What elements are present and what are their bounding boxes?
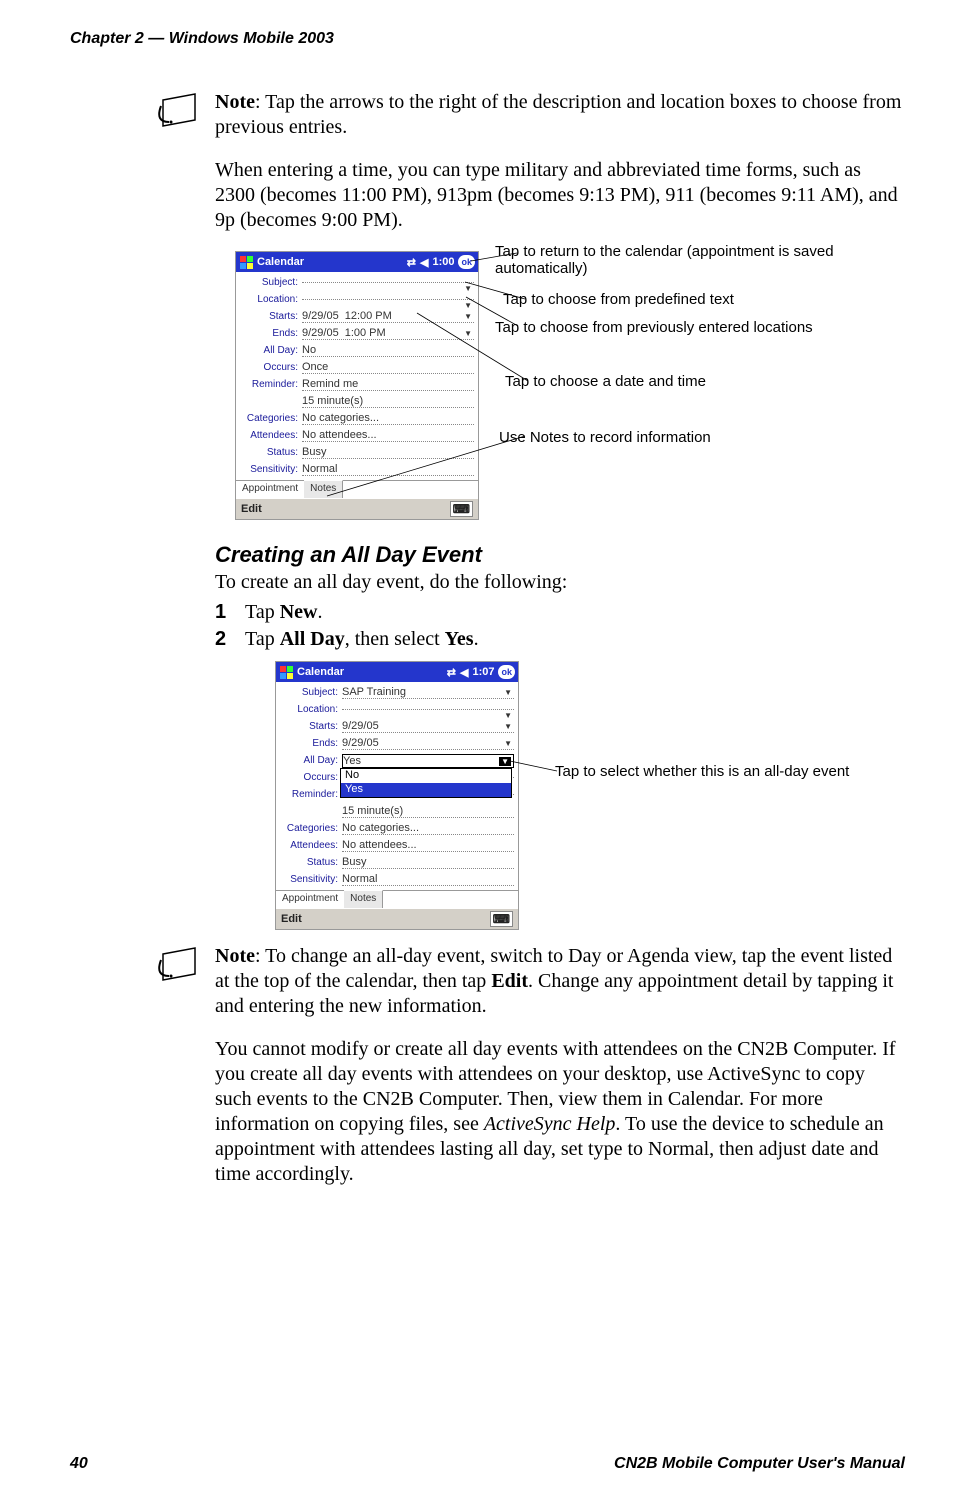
attendees-field[interactable]: No attendees...: [342, 839, 514, 852]
field-label: Reminder:: [278, 789, 342, 800]
edit-menu[interactable]: Edit: [241, 503, 262, 515]
screenshot-calendar-new: Calendar ⇄ ◀ 1:00 ok Subject:▼ Location:…: [235, 251, 905, 520]
keyboard-icon[interactable]: ⌨: [450, 501, 473, 517]
reminder-minutes-field[interactable]: 15 minute(s): [342, 805, 514, 818]
chevron-down-icon[interactable]: ▼: [464, 329, 472, 338]
note-icon: [157, 946, 201, 989]
manual-title: CN2B Mobile Computer User's Manual: [614, 1455, 905, 1473]
chevron-down-icon[interactable]: ▼: [464, 301, 472, 310]
section-heading-allday: Creating an All Day Event: [215, 542, 905, 568]
chevron-down-icon[interactable]: ▼: [504, 722, 512, 731]
field-label: Attendees:: [238, 430, 302, 441]
chevron-down-icon[interactable]: ▼: [504, 688, 512, 697]
status-field[interactable]: Busy: [302, 446, 474, 459]
field-label: Location:: [238, 294, 302, 305]
signal-icon: ⇄: [447, 666, 456, 679]
field-label: Location:: [278, 704, 342, 715]
callout-location: Tap to choose from previously entered lo…: [495, 319, 813, 336]
keyboard-icon[interactable]: ⌨: [490, 911, 513, 927]
allday-popup[interactable]: No Yes: [340, 768, 512, 798]
categories-field[interactable]: No categories...: [302, 412, 474, 425]
device-titlebar: Calendar ⇄ ◀ 1:07 ok: [276, 662, 518, 682]
tab-appointment[interactable]: Appointment: [276, 891, 344, 909]
categories-field[interactable]: No categories...: [342, 822, 514, 835]
allday-field[interactable]: Yes▼: [342, 754, 514, 768]
signal-icon: ⇄: [407, 256, 416, 269]
note-icon: [157, 92, 201, 135]
field-label: All Day:: [238, 345, 302, 356]
windows-flag-icon: [279, 665, 293, 679]
field-label: Ends:: [278, 738, 342, 749]
tab-appointment[interactable]: Appointment: [236, 481, 304, 499]
chevron-down-icon[interactable]: ▼: [464, 312, 472, 321]
starts-field[interactable]: 9/29/05▼: [342, 720, 514, 733]
body-paragraph-time-formats: When entering a time, you can type milit…: [215, 158, 905, 233]
field-label: Starts:: [238, 311, 302, 322]
clock-text: 1:00: [432, 256, 454, 268]
allday-option-yes[interactable]: Yes: [341, 783, 511, 797]
ok-button[interactable]: ok: [458, 255, 475, 269]
field-label: Status:: [238, 447, 302, 458]
page-number: 40: [70, 1455, 88, 1473]
field-label: All Day:: [278, 755, 342, 766]
ok-button[interactable]: ok: [498, 665, 515, 679]
field-label: Subject:: [238, 277, 302, 288]
occurs-field[interactable]: Once: [302, 361, 474, 374]
ends-field[interactable]: 9/29/05▼: [342, 737, 514, 750]
speaker-icon: ◀: [420, 256, 428, 269]
chevron-down-icon[interactable]: ▼: [504, 739, 512, 748]
clock-text: 1:07: [472, 666, 494, 678]
section-intro: To create an all day event, do the follo…: [215, 570, 905, 595]
screenshot-calendar-allday: Calendar ⇄ ◀ 1:07 ok Subject:SAP Trainin…: [275, 661, 905, 930]
subject-field[interactable]: ▼: [302, 282, 474, 283]
speaker-icon: ◀: [460, 666, 468, 679]
app-name: Calendar: [257, 256, 304, 268]
body-paragraph-attendees: You cannot modify or create all day even…: [215, 1037, 905, 1187]
note-2-text: Note: To change an all-day event, switch…: [215, 944, 905, 1019]
field-label: Sensitivity:: [278, 874, 342, 885]
callout-allday: Tap to select whether this is an all-day…: [555, 763, 849, 780]
chevron-down-icon[interactable]: ▼: [499, 757, 511, 766]
reminder-minutes-field[interactable]: 15 minute(s): [302, 395, 474, 408]
callout-subject: Tap to choose from predefined text: [503, 291, 734, 308]
page-header: Chapter 2 — Windows Mobile 2003: [70, 30, 905, 48]
windows-flag-icon: [239, 255, 253, 269]
location-field[interactable]: ▼: [302, 299, 474, 300]
field-label: Status:: [278, 857, 342, 868]
callout-notes: Use Notes to record information: [499, 429, 711, 446]
starts-field[interactable]: 9/29/0512:00 PM▼: [302, 310, 474, 323]
allday-field[interactable]: No: [302, 344, 474, 357]
field-label: Occurs:: [278, 772, 342, 783]
tab-notes[interactable]: Notes: [344, 890, 383, 908]
tab-notes[interactable]: Notes: [304, 480, 343, 498]
subject-field[interactable]: SAP Training▼: [342, 686, 514, 699]
sensitivity-field[interactable]: Normal: [342, 873, 514, 886]
field-label: Ends:: [238, 328, 302, 339]
field-label: Reminder:: [238, 379, 302, 390]
callout-ok: Tap to return to the calendar (appointme…: [495, 243, 865, 277]
attendees-field[interactable]: No attendees...: [302, 429, 474, 442]
step-1: 1 Tap New.: [215, 601, 905, 624]
field-label: Categories:: [278, 823, 342, 834]
chevron-down-icon[interactable]: ▼: [464, 284, 472, 293]
field-label: Subject:: [278, 687, 342, 698]
field-label: Categories:: [238, 413, 302, 424]
field-label: Starts:: [278, 721, 342, 732]
app-name: Calendar: [297, 666, 344, 678]
edit-menu[interactable]: Edit: [281, 913, 302, 925]
reminder-field[interactable]: Remind me: [302, 378, 474, 391]
field-label: Occurs:: [238, 362, 302, 373]
device-titlebar: Calendar ⇄ ◀ 1:00 ok: [236, 252, 478, 272]
step-2: 2 Tap All Day, then select Yes.: [215, 628, 905, 651]
allday-option-no[interactable]: No: [341, 769, 511, 783]
sensitivity-field[interactable]: Normal: [302, 463, 474, 476]
ends-field[interactable]: 9/29/051:00 PM▼: [302, 327, 474, 340]
note-1-text: Note: Tap the arrows to the right of the…: [215, 90, 905, 140]
location-field[interactable]: ▼: [342, 709, 514, 710]
callout-starts: Tap to choose a date and time: [505, 373, 706, 390]
field-label: Attendees:: [278, 840, 342, 851]
field-label: Sensitivity:: [238, 464, 302, 475]
status-field[interactable]: Busy: [342, 856, 514, 869]
chevron-down-icon[interactable]: ▼: [504, 711, 512, 720]
